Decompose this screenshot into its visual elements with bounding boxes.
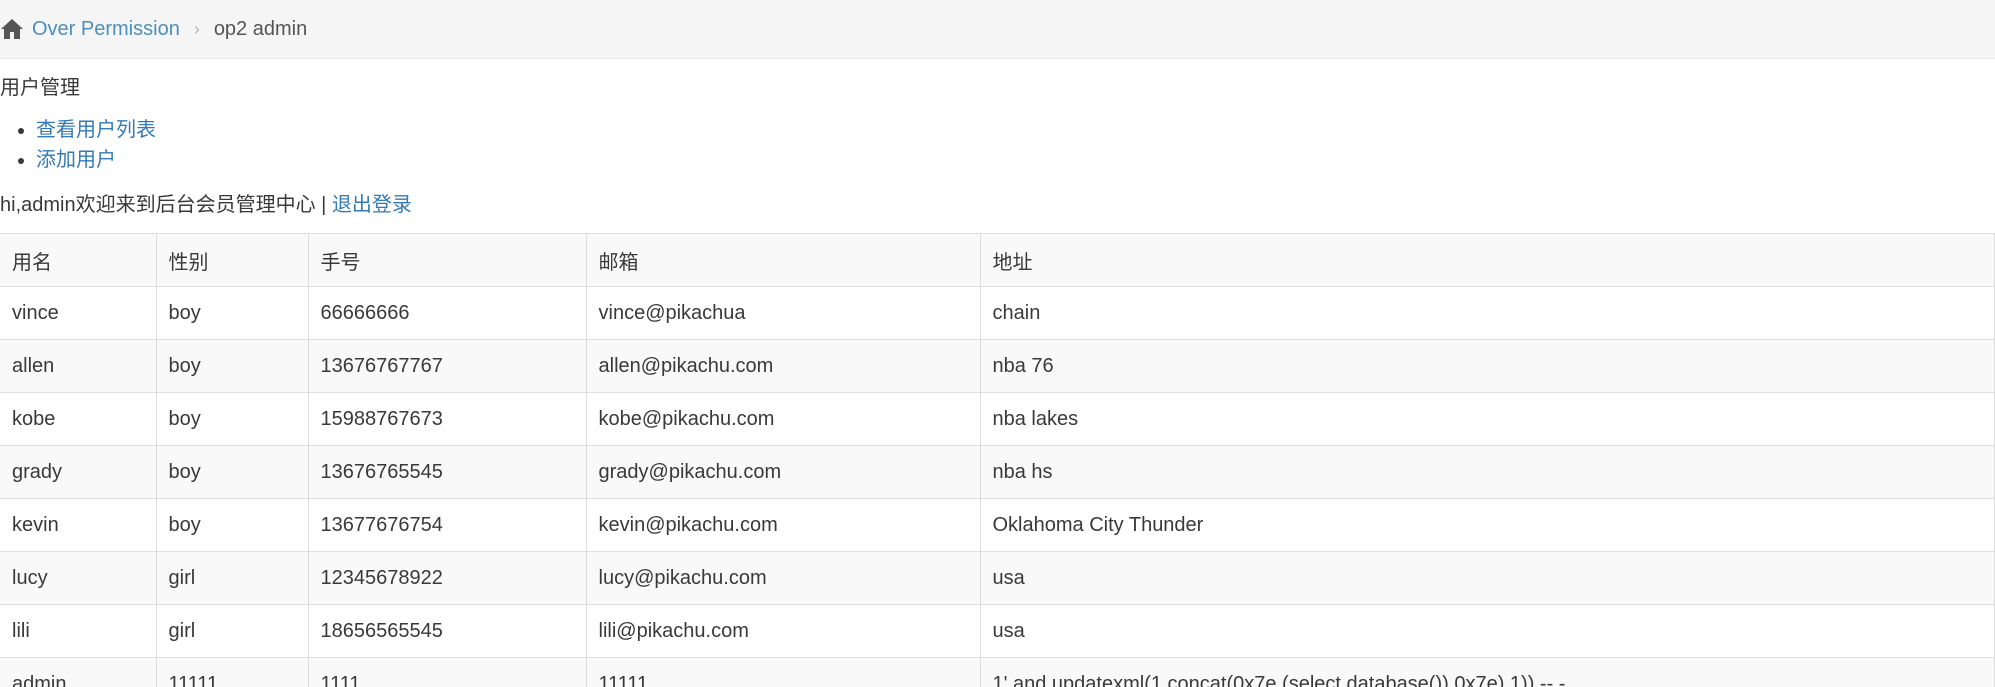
table-row: grady boy 13676765545 grady@pikachu.com … [0, 445, 1995, 499]
cell-phone: 66666666 [307, 286, 587, 340]
logout-link[interactable]: 退出登录 [332, 194, 412, 216]
cell-username: grady [0, 445, 157, 499]
cell-phone: 12345678922 [307, 551, 587, 605]
cell-email: lucy@pikachu.com [585, 551, 981, 605]
main-content: 用户管理 查看用户列表 添加用户 hi,admin欢迎来到后台会员管理中心 | … [0, 59, 1995, 687]
cell-gender: boy [155, 498, 309, 552]
table-row: lucy girl 12345678922 lucy@pikachu.com u… [0, 551, 1995, 605]
cell-phone: 13676765545 [307, 445, 587, 499]
cell-gender: girl [155, 551, 309, 605]
cell-username: kobe [0, 392, 157, 446]
cell-email: vince@pikachua [585, 286, 981, 340]
breadcrumb-link-over-permission[interactable]: Over Permission [32, 18, 180, 41]
table-row: vince boy 66666666 vince@pikachua chain [0, 286, 1995, 340]
cell-gender: boy [155, 339, 309, 393]
table-row: admin 11111 1111 11111 1' and updatexml(… [0, 657, 1995, 687]
table-row: lili girl 18656565545 lili@pikachu.com u… [0, 604, 1995, 658]
table-header-row: 用名 性别 手号 邮箱 地址 [0, 233, 1995, 287]
column-header-address: 地址 [979, 233, 1995, 287]
add-user-link[interactable]: 添加用户 [36, 149, 116, 171]
cell-username: kevin [0, 498, 157, 552]
cell-username: lili [0, 604, 157, 658]
cell-email: grady@pikachu.com [585, 445, 981, 499]
cell-email: lili@pikachu.com [585, 604, 981, 658]
cell-gender: girl [155, 604, 309, 658]
breadcrumb-separator-icon: › [193, 18, 200, 39]
breadcrumb: Over Permission › op2 admin [0, 0, 1995, 59]
column-header-email: 邮箱 [585, 233, 981, 287]
menu-item-add-user: 添加用户 [36, 145, 1995, 175]
cell-gender: boy [155, 286, 309, 340]
cell-phone: 1111 [307, 657, 587, 687]
table-row: kobe boy 15988767673 kobe@pikachu.com nb… [0, 392, 1995, 446]
user-menu: 查看用户列表 添加用户 [0, 115, 1995, 175]
cell-phone: 13677676754 [307, 498, 587, 552]
cell-address: nba lakes [979, 392, 1995, 446]
table-row: allen boy 13676767767 allen@pikachu.com … [0, 339, 1995, 393]
cell-username: allen [0, 339, 157, 393]
cell-username: admin [0, 657, 157, 687]
column-header-phone: 手号 [307, 233, 587, 287]
column-header-username: 用名 [0, 233, 157, 287]
cell-email: allen@pikachu.com [585, 339, 981, 393]
cell-address: nba 76 [979, 339, 1995, 393]
section-title: 用户管理 [0, 77, 80, 99]
cell-username: lucy [0, 551, 157, 605]
cell-gender: 11111 [155, 657, 309, 687]
table-row: kevin boy 13677676754 kevin@pikachu.com … [0, 498, 1995, 552]
cell-email: kevin@pikachu.com [585, 498, 981, 552]
users-table: 用名 性别 手号 邮箱 地址 vince boy 66666666 vince@… [0, 233, 1995, 687]
menu-item-view-users: 查看用户列表 [36, 115, 1995, 145]
cell-address: usa [979, 604, 1995, 658]
cell-phone: 18656565545 [307, 604, 587, 658]
cell-gender: boy [155, 445, 309, 499]
cell-address: 1' and updatexml(1,concat(0x7e,(select d… [979, 657, 1995, 687]
cell-address: Oklahoma City Thunder [979, 498, 1995, 552]
cell-username: vince [0, 286, 157, 340]
cell-phone: 13676767767 [307, 339, 587, 393]
breadcrumb-current: op2 admin [213, 17, 308, 40]
cell-address: nba hs [979, 445, 1995, 499]
welcome-text: hi,admin欢迎来到后台会员管理中心 | [0, 194, 332, 216]
cell-email: 11111 [585, 657, 981, 687]
cell-address: chain [979, 286, 1995, 340]
cell-gender: boy [155, 392, 309, 446]
welcome-message: hi,admin欢迎来到后台会员管理中心 | 退出登录 [0, 189, 1995, 221]
home-icon[interactable] [0, 18, 24, 40]
column-header-gender: 性别 [155, 233, 309, 287]
cell-email: kobe@pikachu.com [585, 392, 981, 446]
cell-phone: 15988767673 [307, 392, 587, 446]
view-user-list-link[interactable]: 查看用户列表 [36, 119, 156, 141]
cell-address: usa [979, 551, 1995, 605]
